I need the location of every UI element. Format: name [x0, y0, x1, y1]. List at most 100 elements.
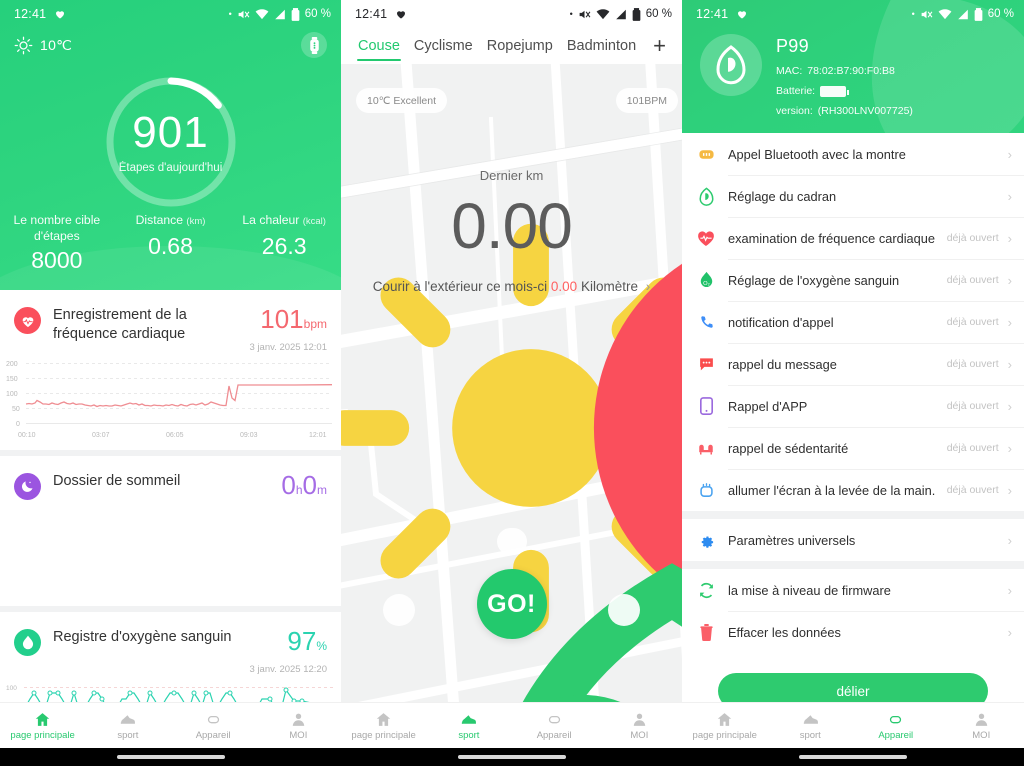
bluetooth-call-icon	[696, 146, 716, 163]
steps-progress-ring: 901 Étapes d'aujourd'hui	[101, 72, 241, 212]
nav-item-device[interactable]: Appareil	[171, 703, 256, 748]
status-battery-percent: 60 %	[645, 8, 672, 20]
mute-icon	[579, 10, 591, 18]
gesture-bar-area	[682, 748, 1024, 766]
nav-item-me[interactable]: MOI	[256, 703, 341, 748]
battery-icon	[820, 85, 850, 97]
add-sport-button[interactable]: +	[653, 33, 672, 59]
gesture-bar[interactable]	[799, 755, 907, 759]
setting-sedentary-reminder[interactable]: rappel de sédentarité déjà ouvert ›	[682, 427, 1024, 469]
setting-firmware-upgrade[interactable]: la mise à niveau de firmware ›	[682, 569, 1024, 611]
setting-bluetooth-call[interactable]: Appel Bluetooth avec la montre ›	[682, 133, 1024, 175]
mac-value: 78:02:B7:90:F0:B8	[807, 65, 895, 77]
sedentary-icon	[696, 441, 716, 456]
stat-label: Le nombre cible d'étapes	[13, 213, 101, 243]
gesture-bar[interactable]	[457, 755, 566, 759]
watch-shortcut-button[interactable]	[301, 32, 327, 58]
tab-cyclisme[interactable]: Cyclisme	[407, 29, 480, 63]
stat-value: 8000	[31, 247, 83, 273]
tab-badminton[interactable]: Badminton	[560, 29, 643, 63]
setting-heart-rate-exam[interactable]: examination de fréquence cardiaque déjà …	[682, 217, 1024, 259]
dot-icon: •	[228, 8, 232, 19]
chevron-right-icon: ›	[1007, 398, 1012, 414]
steps-label: Étapes d'aujourd'hui	[118, 161, 223, 174]
setting-watch-face[interactable]: Réglage du cadran ›	[682, 175, 1024, 217]
locate-button[interactable]	[383, 594, 415, 626]
status-battery-percent: 60 %	[304, 8, 331, 20]
setting-universal-params[interactable]: Paramètres universels ›	[682, 519, 1024, 561]
signal-icon	[615, 9, 626, 19]
stat-distance: Distance (km) 0.68	[114, 212, 228, 274]
chevron-right-icon: ›	[1007, 188, 1012, 204]
go-button[interactable]: GO!	[476, 569, 547, 639]
nav-label: sport	[799, 729, 821, 741]
nav-item-device[interactable]: Appareil	[853, 703, 939, 748]
home-stats-row: Le nombre cible d'étapes 8000 Distance (…	[0, 212, 341, 274]
nav-item-sport[interactable]: sport	[426, 703, 511, 748]
sensor-pill	[496, 528, 682, 720]
stat-target-steps: Le nombre cible d'étapes 8000	[0, 212, 114, 274]
tab-course[interactable]: Couse	[351, 29, 407, 63]
map-view[interactable]: 10℃ Excellent 101BPM Dernier km 0.00 Cou…	[341, 64, 682, 720]
nav-item-me[interactable]: MOI	[597, 703, 682, 748]
nav-item-home[interactable]: page principale	[682, 703, 768, 748]
message-icon	[696, 356, 716, 372]
home-hero: 12:41 • 60 % 10℃ 901 Étapes d'aujourd'hu…	[0, 0, 341, 316]
sleep-duration: 0h0m	[281, 472, 327, 504]
nav-item-home[interactable]: page principale	[341, 703, 426, 748]
monthly-distance-row[interactable]: Courir à l'extérieur ce mois-ci 0.00 Kil…	[341, 279, 682, 294]
trash-icon	[696, 623, 716, 641]
shoe-icon	[803, 714, 818, 724]
setting-label: Effacer les données	[728, 624, 841, 640]
battery-label: Batterie:	[776, 85, 816, 97]
sun-icon	[14, 36, 33, 54]
nav-item-device[interactable]: Appareil	[512, 703, 597, 748]
gesture-bar[interactable]	[116, 755, 225, 759]
nav-item-home[interactable]: page principale	[0, 703, 85, 748]
sleep-card[interactable]: Dossier de sommeil 0h0m	[0, 456, 341, 606]
shoe-icon	[462, 714, 477, 724]
panel-sport: 12:41 • 60 % Couse Cyclisme Ropejump Bad…	[341, 0, 682, 766]
status-bar: 12:41 • 60 %	[341, 0, 682, 28]
svg-text:0: 0	[16, 421, 20, 428]
svg-text:200: 200	[6, 361, 18, 368]
setting-app-reminder[interactable]: Rappel d'APP déjà ouvert ›	[682, 385, 1024, 427]
stat-value: 26.3	[261, 233, 307, 259]
nav-item-sport[interactable]: sport	[85, 703, 170, 748]
heart-rate-card[interactable]: Enregistrement de la fréquence cardiaque…	[0, 290, 341, 450]
setting-blood-oxygen[interactable]: O₂ Réglage de l'oxygène sanguin déjà ouv…	[682, 259, 1024, 301]
svg-text:100: 100	[6, 391, 18, 398]
svg-text:03:07: 03:07	[92, 432, 110, 439]
device-settings-group-2: Paramètres universels ›	[682, 519, 1024, 561]
signal-icon	[274, 9, 285, 19]
setting-message-reminder[interactable]: rappel du message déjà ouvert ›	[682, 343, 1024, 385]
blood-oxygen-card[interactable]: Registre d'oxygène sanguin 97% 3 janv. 2…	[0, 612, 341, 712]
nav-item-me[interactable]: MOI	[939, 703, 1024, 748]
setting-label: Réglage du cadran	[728, 188, 837, 204]
heart-monitor-icon	[56, 11, 65, 19]
setting-label: rappel du message	[728, 356, 837, 372]
bottom-navigation: page principale sport Appareil MOI	[682, 702, 1024, 748]
setting-call-notification[interactable]: notification d'appel déjà ouvert ›	[682, 301, 1024, 343]
setting-label: la mise à niveau de firmware	[728, 582, 891, 598]
sleep-hours: 0	[281, 470, 296, 500]
nav-item-sport[interactable]: sport	[768, 703, 854, 748]
setting-status: déjà ouvert	[946, 274, 999, 286]
mac-label: MAC:	[776, 65, 803, 77]
setting-raise-wrist[interactable]: allumer l'écran à la levée de la main. d…	[682, 469, 1024, 511]
setting-clear-data[interactable]: Effacer les données ›	[682, 611, 1024, 653]
setting-label: Réglage de l'oxygène sanguin	[728, 272, 900, 288]
watch-icon	[548, 715, 560, 723]
stat-label-text: La chaleur	[242, 213, 300, 227]
status-bar: 12:41 • 60 %	[0, 0, 341, 28]
setting-status: déjà ouvert	[946, 484, 999, 496]
sleep-minutes-unit: m	[317, 483, 327, 497]
battery-icon	[632, 7, 641, 21]
tab-ropejump[interactable]: Ropejump	[480, 29, 560, 63]
sport-settings-button[interactable]	[608, 594, 640, 626]
distance-display: Dernier km 0.00 Courir à l'extérieur ce …	[341, 168, 682, 294]
card-title: Registre d'oxygène sanguin	[53, 629, 232, 645]
version-label: version:	[776, 105, 813, 117]
panel-device: 12:41 • 60 %	[682, 0, 1024, 766]
weather-chip: 10℃ Excellent	[341, 88, 682, 633]
